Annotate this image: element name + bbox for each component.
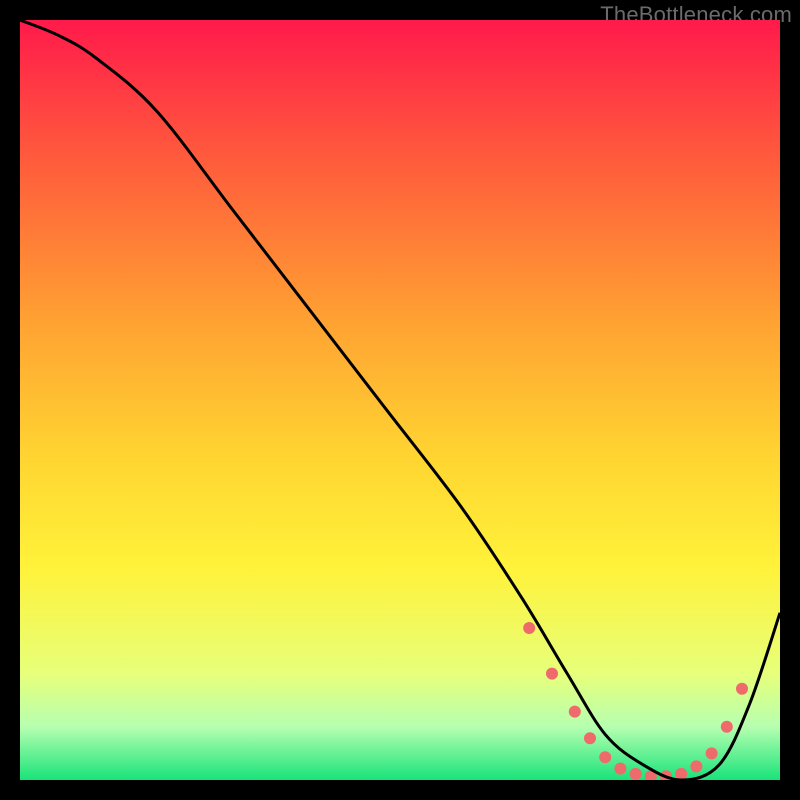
chart-svg: [20, 20, 780, 780]
valley-dot: [706, 747, 718, 759]
valley-dot: [721, 721, 733, 733]
valley-dot: [614, 763, 626, 775]
valley-dot: [584, 732, 596, 744]
valley-dot: [690, 760, 702, 772]
valley-dot: [599, 751, 611, 763]
valley-dot: [736, 683, 748, 695]
plot-area: [20, 20, 780, 780]
valley-dot: [546, 668, 558, 680]
gradient-background: [20, 20, 780, 780]
valley-dot: [675, 768, 687, 780]
valley-dot: [523, 622, 535, 634]
chart-frame: TheBottleneck.com: [0, 0, 800, 800]
valley-dot: [569, 706, 581, 718]
valley-dot: [630, 768, 642, 780]
